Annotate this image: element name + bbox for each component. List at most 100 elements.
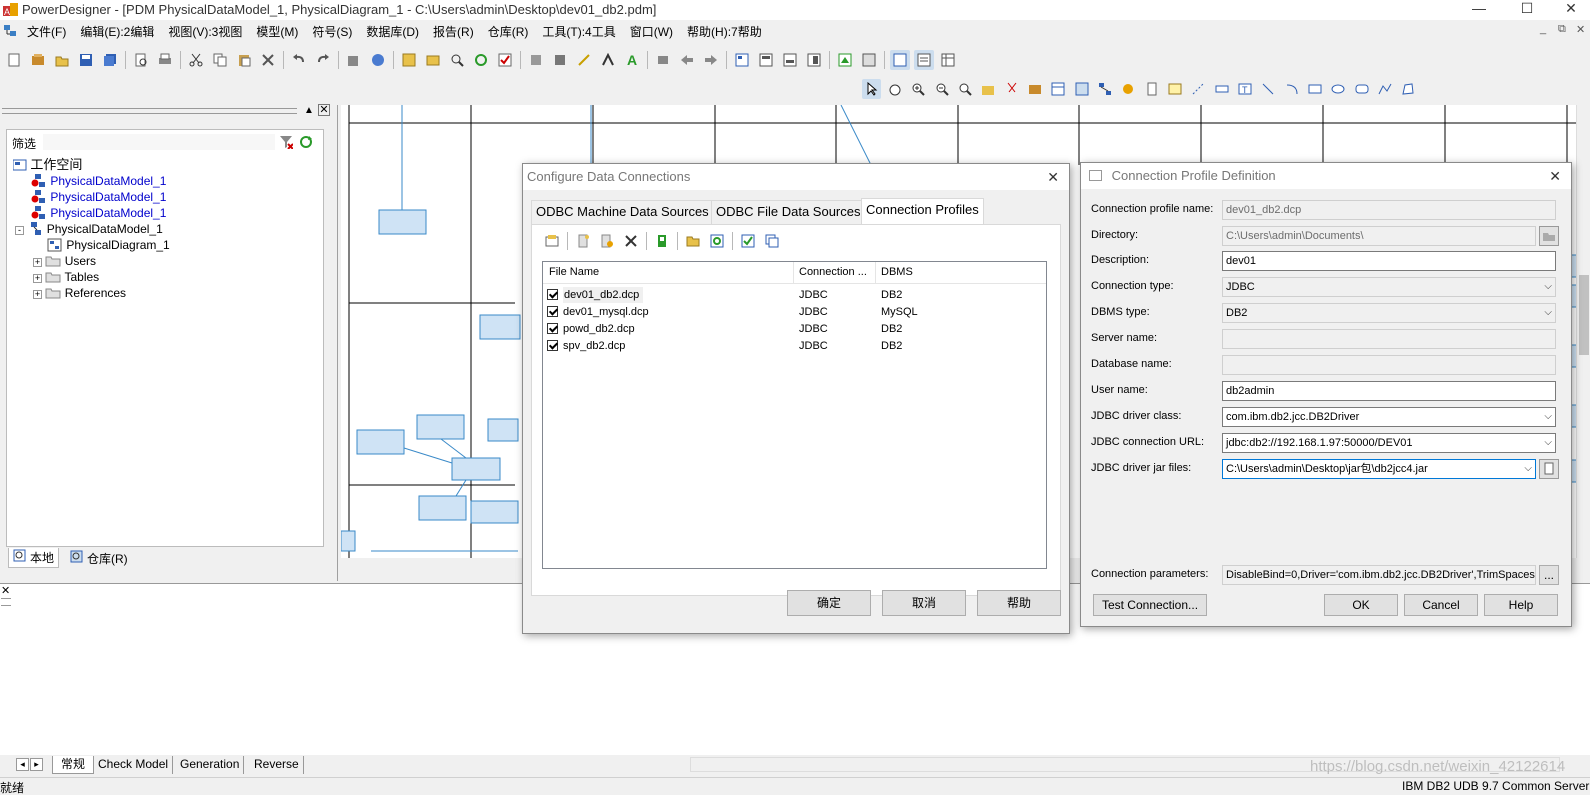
- browse-directory-icon[interactable]: [1539, 226, 1559, 246]
- help-button[interactable]: 帮助: [977, 590, 1061, 616]
- save-icon[interactable]: [76, 50, 96, 70]
- tree-item-users[interactable]: + Users: [33, 253, 96, 269]
- paste-icon[interactable]: [234, 50, 254, 70]
- text-tool-icon[interactable]: T: [1235, 79, 1254, 99]
- copy-icon[interactable]: [210, 50, 230, 70]
- layout-icon[interactable]: [732, 50, 752, 70]
- add-profile-icon[interactable]: [597, 231, 617, 251]
- tab-local[interactable]: 本地: [8, 548, 60, 568]
- tree-item-model-1[interactable]: PhysicalDataModel_1: [31, 173, 166, 189]
- new-project-icon[interactable]: [28, 50, 48, 70]
- open-icon[interactable]: [52, 50, 72, 70]
- note-icon[interactable]: [1165, 79, 1184, 99]
- properties-icon[interactable]: [542, 231, 562, 251]
- procedure-icon[interactable]: [1119, 79, 1138, 99]
- chevron-down-icon[interactable]: ⌵: [1544, 408, 1552, 426]
- properties-icon[interactable]: [344, 50, 364, 70]
- test-icon[interactable]: [652, 231, 672, 251]
- col-file-name[interactable]: File Name: [549, 266, 599, 278]
- layout4-icon[interactable]: [804, 50, 824, 70]
- tab-nav-left-icon[interactable]: ◂: [16, 758, 29, 771]
- list-item[interactable]: spv_db2.dcp JDBC DB2: [547, 338, 1042, 354]
- mdi-minimize-button[interactable]: _: [1540, 23, 1546, 35]
- panel-close-icon[interactable]: ✕: [318, 104, 330, 116]
- tree-item-tables[interactable]: + Tables: [33, 269, 99, 285]
- driver-class-combo[interactable]: com.ibm.db2.jcc.DB2Driver ⌵: [1222, 407, 1556, 427]
- tab-generation[interactable]: Generation: [176, 756, 245, 774]
- line-icon[interactable]: [1259, 79, 1278, 99]
- expand-icon[interactable]: +: [33, 290, 42, 299]
- close-window-button[interactable]: ✕: [1548, 0, 1590, 17]
- col-dbms[interactable]: DBMS: [881, 266, 913, 278]
- row-checkbox[interactable]: [547, 287, 562, 303]
- tree-item-references[interactable]: + References: [33, 285, 126, 301]
- scissors-icon[interactable]: [1002, 79, 1021, 99]
- output-grip[interactable]: [1, 598, 11, 606]
- chevron-down-icon[interactable]: ⌵: [1524, 460, 1532, 478]
- print-preview-icon[interactable]: [131, 50, 151, 70]
- minimize-button[interactable]: —: [1456, 0, 1502, 16]
- list-item[interactable]: powd_db2.dcp JDBC DB2: [547, 321, 1042, 337]
- dbms-type-select[interactable]: DB2 ⌵: [1222, 303, 1556, 323]
- test-connection-button[interactable]: Test Connection...: [1093, 594, 1207, 616]
- arrow-right-icon[interactable]: [677, 50, 697, 70]
- scroll-thumb[interactable]: [1579, 275, 1589, 355]
- tab-check-model[interactable]: Check Model: [94, 756, 174, 774]
- deselect-all-icon[interactable]: [762, 231, 782, 251]
- row-checkbox[interactable]: [547, 338, 562, 354]
- reference-icon[interactable]: [1095, 79, 1114, 99]
- tab-nav-right-icon[interactable]: ▸: [30, 758, 43, 771]
- find-icon[interactable]: [447, 50, 467, 70]
- new-icon[interactable]: [4, 50, 24, 70]
- gray-box-icon[interactable]: [526, 50, 546, 70]
- rectangle-icon[interactable]: [1305, 79, 1324, 99]
- canvas-vertical-scrollbar[interactable]: [1576, 105, 1590, 558]
- select-all-icon[interactable]: [738, 231, 758, 251]
- check-model-icon[interactable]: [495, 50, 515, 70]
- tree-item-model-2[interactable]: PhysicalDataModel_1: [31, 189, 166, 205]
- arrow-left-icon[interactable]: [653, 50, 673, 70]
- tab-general[interactable]: 常规: [52, 756, 95, 774]
- new-profile-icon[interactable]: [573, 231, 593, 251]
- view-tool-icon[interactable]: [1072, 79, 1091, 99]
- maximize-button[interactable]: ☐: [1504, 0, 1550, 17]
- collapse-icon[interactable]: -: [15, 226, 24, 235]
- tree-item-model-3[interactable]: PhysicalDataModel_1: [31, 205, 166, 221]
- tree-item-diagram[interactable]: PhysicalDiagram_1: [47, 237, 170, 253]
- view-browser-icon[interactable]: [890, 50, 910, 70]
- ellipse-icon[interactable]: [1329, 79, 1348, 99]
- dialog-close-icon[interactable]: ✕: [1047, 164, 1059, 190]
- brush-icon[interactable]: [574, 50, 594, 70]
- ok-button[interactable]: 确定: [787, 590, 871, 616]
- generate-icon[interactable]: [835, 50, 855, 70]
- tab-reverse[interactable]: Reverse: [250, 756, 304, 774]
- cancel-button[interactable]: Cancel: [1404, 594, 1478, 616]
- menu-database[interactable]: 数据库(D): [359, 21, 426, 43]
- polyline-icon[interactable]: [1375, 79, 1394, 99]
- menu-symbol[interactable]: 符号(S): [305, 21, 359, 43]
- menu-tools[interactable]: 工具(T):4工具: [535, 21, 622, 43]
- redo-icon[interactable]: [313, 50, 333, 70]
- arrow-forward-icon[interactable]: [701, 50, 721, 70]
- connection-url-combo[interactable]: jdbc:db2://192.168.1.97:50000/DEV01 ⌵: [1222, 433, 1556, 453]
- browse-jar-icon[interactable]: [1539, 459, 1559, 479]
- zoom-icon[interactable]: [955, 79, 974, 99]
- font-icon[interactable]: A: [622, 50, 642, 70]
- grabber-icon[interactable]: [885, 79, 904, 99]
- view-output-icon[interactable]: [914, 50, 934, 70]
- row-checkbox[interactable]: [547, 304, 562, 320]
- pointer-icon[interactable]: [862, 79, 882, 99]
- clear-filter-icon[interactable]: [279, 135, 294, 152]
- delete-icon[interactable]: [258, 50, 278, 70]
- mdi-close-button[interactable]: ✕: [1576, 23, 1585, 36]
- menu-repository[interactable]: 仓库(R): [481, 21, 536, 43]
- panel-restore-icon[interactable]: ▲: [304, 105, 314, 116]
- title-tool-icon[interactable]: [1212, 79, 1231, 99]
- gray-box2-icon[interactable]: [550, 50, 570, 70]
- help-button[interactable]: Help: [1484, 594, 1558, 616]
- filter-input[interactable]: [43, 134, 275, 150]
- ok-button[interactable]: OK: [1324, 594, 1398, 616]
- user-name-input[interactable]: db2admin: [1222, 381, 1556, 401]
- rounded-rect-icon[interactable]: [1352, 79, 1371, 99]
- undo-icon[interactable]: [289, 50, 309, 70]
